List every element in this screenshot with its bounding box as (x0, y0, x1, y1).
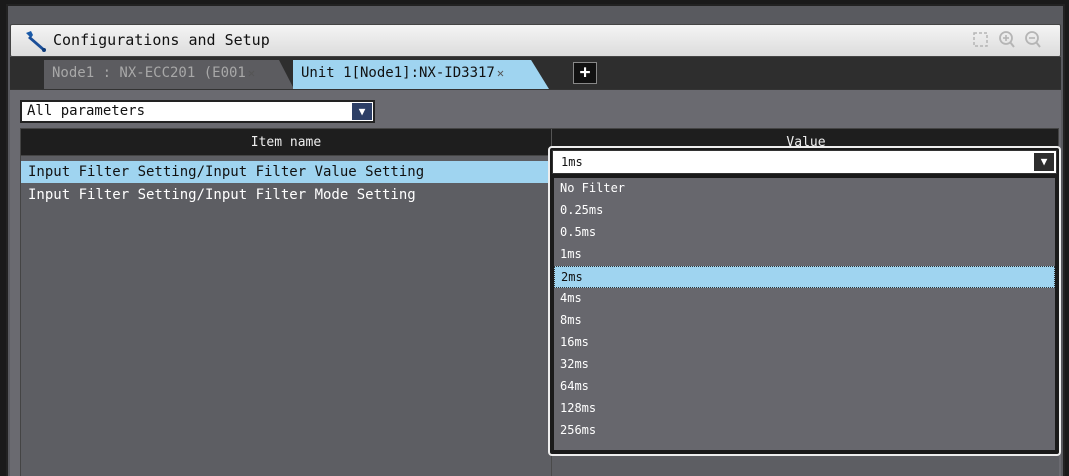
tab-node1[interactable]: Node1 : NX-ECC201 (E001 ✕ (44, 60, 294, 89)
dropdown-option[interactable]: 64ms (554, 376, 1055, 398)
dropdown-option[interactable]: 4ms (554, 288, 1055, 310)
title-bar: Configurations and Setup (10, 24, 1061, 57)
parameter-filter-select[interactable]: All parameters ▼ (20, 100, 375, 123)
chevron-down-icon[interactable]: ▼ (1034, 153, 1054, 171)
dropdown-option[interactable]: 0.25ms (554, 200, 1055, 222)
zoom-in-icon[interactable] (998, 30, 1016, 50)
add-tab-button[interactable]: + (573, 62, 597, 84)
fit-icon[interactable] (972, 30, 990, 50)
wrench-icon (23, 29, 49, 53)
tab-label: Unit 1[Node1]:NX-ID3317 (301, 65, 495, 81)
dropdown-current-label: 1ms (561, 155, 583, 169)
dropdown-option[interactable]: 16ms (554, 332, 1055, 354)
close-icon[interactable]: ✕ (248, 66, 255, 80)
table-row[interactable]: Input Filter Setting/Input Filter Value … (21, 161, 551, 183)
filter-selected-value: All parameters (27, 103, 146, 119)
tab-unit1[interactable]: Unit 1[Node1]:NX-ID3317 ✕ (293, 60, 549, 89)
dropdown-option[interactable]: 8ms (554, 310, 1055, 332)
zoom-out-icon[interactable] (1024, 30, 1042, 50)
dropdown-option[interactable]: No Filter (554, 178, 1055, 200)
dropdown-options-list: No Filter 0.25ms 0.5ms 1ms 2ms 4ms 8ms 1… (554, 178, 1055, 450)
tab-label: Node1 : NX-ECC201 (E001 (52, 65, 246, 81)
chevron-down-icon[interactable]: ▼ (352, 103, 372, 120)
table-row[interactable]: Input Filter Setting/Input Filter Mode S… (21, 184, 551, 206)
window-title: Configurations and Setup (53, 31, 270, 49)
dropdown-current-value[interactable]: 1ms ▼ (552, 150, 1057, 174)
close-icon[interactable]: ✕ (497, 66, 504, 80)
dropdown-option[interactable]: 256ms (554, 420, 1055, 442)
dropdown-option[interactable]: 32ms (554, 354, 1055, 376)
dropdown-option[interactable]: 0.5ms (554, 222, 1055, 244)
value-dropdown[interactable]: 1ms ▼ No Filter 0.25ms 0.5ms 1ms 2ms 4ms… (548, 146, 1061, 456)
dropdown-option[interactable]: 128ms (554, 398, 1055, 420)
zoom-toolbar (972, 30, 1042, 50)
tab-bar: Node1 : NX-ECC201 (E001 ✕ Unit 1[Node1]:N… (10, 57, 1061, 89)
dropdown-option[interactable]: 1ms (554, 244, 1055, 266)
dropdown-option-highlighted[interactable]: 2ms (554, 266, 1055, 288)
column-header-item-name[interactable]: Item name (21, 135, 551, 150)
